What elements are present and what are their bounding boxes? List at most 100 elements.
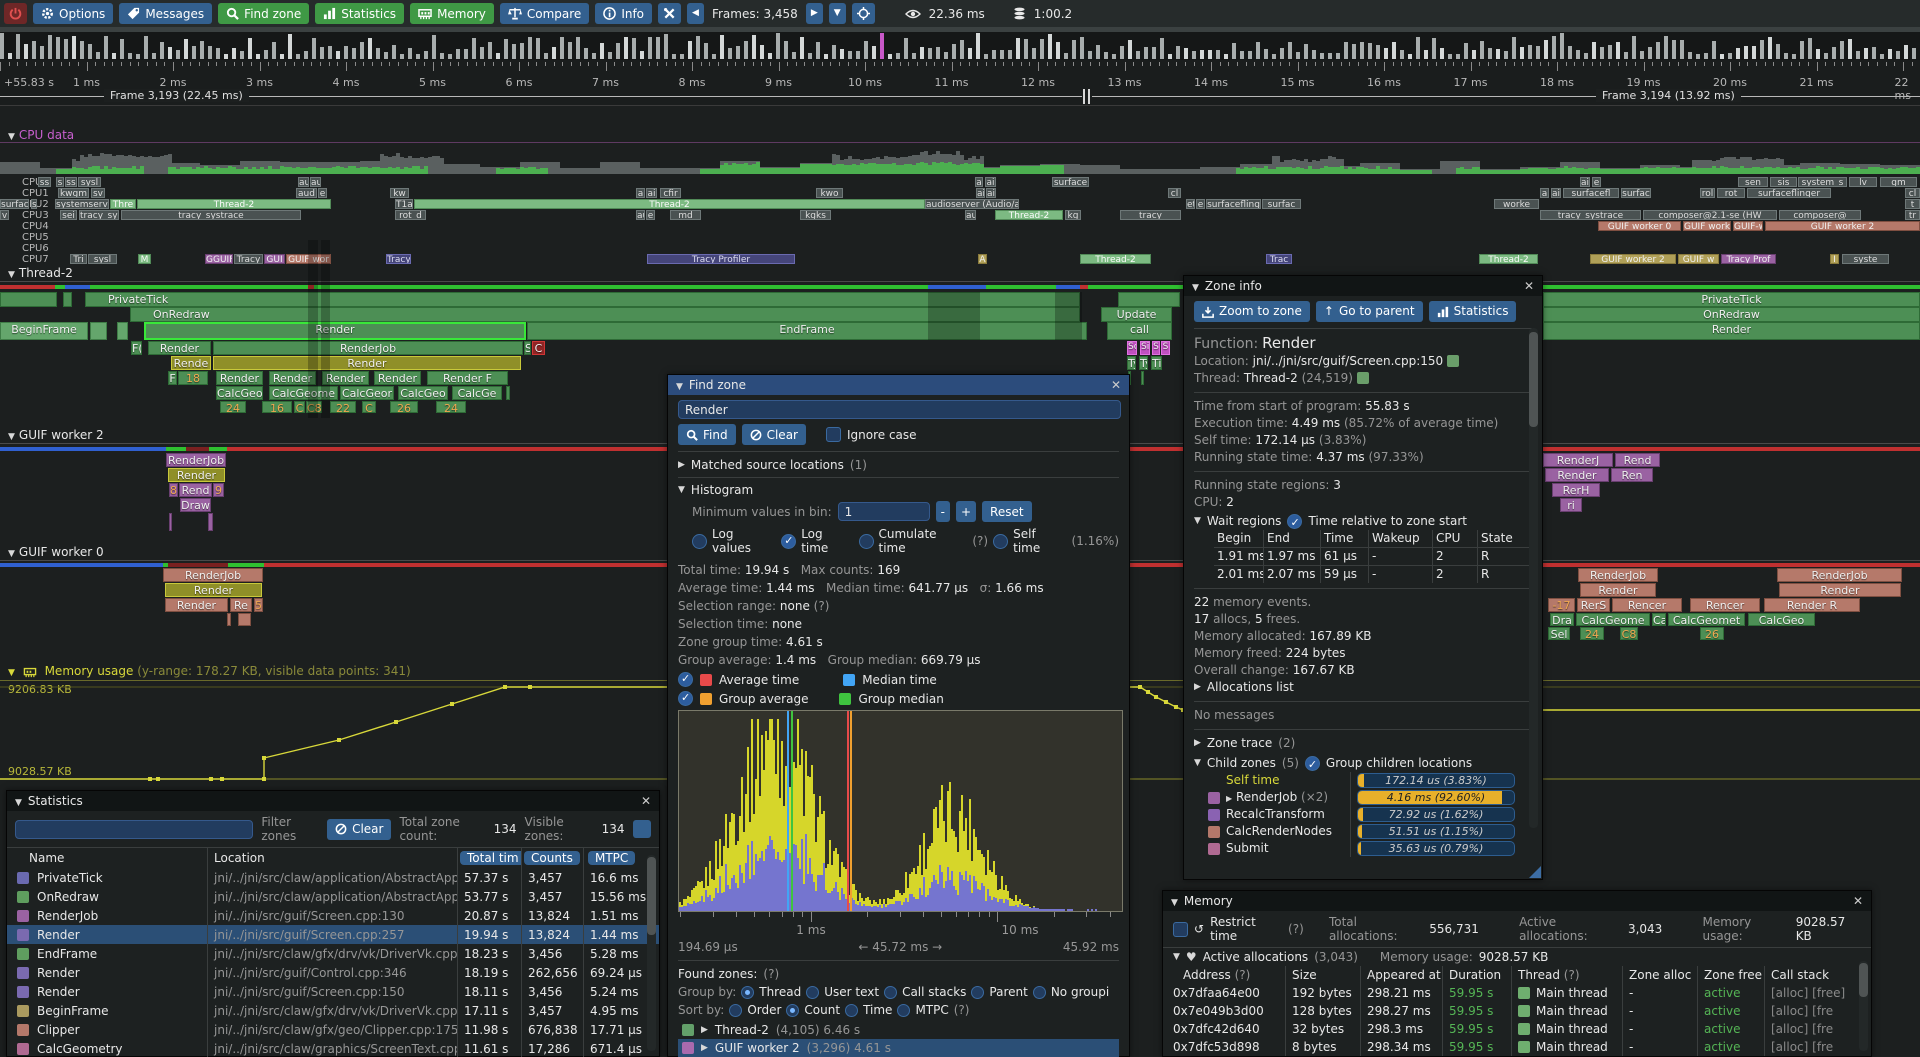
zone-S[interactable]: S xyxy=(1152,341,1160,355)
thread2-zone-row[interactable]: RendeRenderTyTyTi xyxy=(0,356,1920,370)
cpu-zone-M[interactable]: M xyxy=(138,254,151,264)
zone-9[interactable]: 9 xyxy=(213,483,224,497)
zone-Rende[interactable]: Rende xyxy=(171,356,211,370)
cpu-zone-surfac[interactable]: surfac xyxy=(1262,199,1301,209)
cpu-zone-Tracy[interactable]: Tracy xyxy=(386,254,411,264)
bin-decrease-button[interactable]: - xyxy=(936,501,950,522)
source-swatch[interactable] xyxy=(1447,355,1459,367)
cpu-zone-Tracy Profiler[interactable]: Tracy Profiler xyxy=(647,254,795,264)
table-row[interactable]: OnRedraw jni/../jni/src/claw/application… xyxy=(7,887,659,906)
radio-no-groupi[interactable] xyxy=(1033,986,1046,999)
cpu-zone-Thread-2[interactable]: Thread-2 xyxy=(137,199,331,209)
bin-increase-button[interactable]: + xyxy=(956,501,976,522)
cpu-zone-GUIF worker 0[interactable]: GUIF worker 0 xyxy=(1598,221,1681,231)
cpu-data-header[interactable]: ▼CPU data xyxy=(8,128,74,142)
zone-Re[interactable]: Re xyxy=(230,598,252,612)
active-allocations-header[interactable]: Active allocations xyxy=(1203,950,1309,964)
cpu-zone-ai[interactable]: ai xyxy=(646,188,657,198)
zone-Si[interactable]: Si xyxy=(1140,341,1150,355)
cpu-zone-ai[interactable]: ai xyxy=(986,188,996,198)
cpu-zone-cl[interactable]: cl xyxy=(1168,188,1181,198)
tools-button[interactable] xyxy=(658,3,681,24)
cpu-zone-v[interactable]: v xyxy=(0,210,9,220)
cpu-zone-Thre[interactable]: Thre xyxy=(110,199,136,209)
cpu-zone-GUIF worker 2[interactable]: GUIF worker 2 xyxy=(1590,254,1676,264)
focus-button[interactable] xyxy=(852,3,875,24)
table-row[interactable]: Render jni/../jni/src/guif/Screen.cpp:15… xyxy=(7,982,659,1001)
cpu-zone-a[interactable]: a xyxy=(975,177,983,187)
zone-Ty[interactable]: Ty xyxy=(1139,356,1148,370)
collapse-icon[interactable]: ▼ xyxy=(8,270,15,280)
cpu-zone-GUIF worker 2[interactable]: GUIF worker 2 xyxy=(1765,221,1920,231)
radio-parent[interactable] xyxy=(971,986,984,999)
zone-CalcGe[interactable]: CalcGe xyxy=(452,386,502,400)
cpu-zone-sv[interactable]: sv xyxy=(91,188,105,198)
zone-Render[interactable]: Render xyxy=(1580,583,1656,597)
table-row[interactable]: PrivateTick jni/../jni/src/claw/applicat… xyxy=(7,868,659,887)
cpu-zone-audioserver (Audio/a[interactable]: audioserver (Audio/a xyxy=(925,199,1019,209)
radio-call-stacks[interactable] xyxy=(884,986,897,999)
clear-filter-button[interactable]: Clear xyxy=(327,819,391,840)
statistics-scrollbar[interactable] xyxy=(647,855,656,1051)
zone-Rend[interactable]: Rend xyxy=(179,483,212,497)
options-button[interactable]: Options xyxy=(33,3,113,24)
zone-8[interactable]: 8 xyxy=(169,483,178,497)
group-average-checkbox[interactable] xyxy=(678,691,693,706)
cpu-zone-surface[interactable]: surface xyxy=(1052,177,1089,187)
col-zone-free[interactable]: Zone free xyxy=(1698,968,1764,982)
histogram-section-header[interactable]: ▼Histogram xyxy=(678,483,1119,497)
zone-26[interactable]: 26 xyxy=(1700,627,1724,640)
cpu-zone-ai[interactable]: ai xyxy=(985,177,996,187)
zone-CalcGeomet[interactable]: CalcGeomet xyxy=(1668,613,1745,626)
zone-ri[interactable]: ri xyxy=(1560,498,1582,512)
cpu-zone-rot[interactable]: rot xyxy=(1717,188,1745,198)
zone-Render R[interactable]: Render R xyxy=(1764,598,1860,612)
table-row[interactable]: 0x7dfc53d898 8 bytes 298.34 ms 59.95 s M… xyxy=(1163,1038,1871,1056)
cpu-zone-kwo[interactable]: kwo xyxy=(816,188,843,198)
cpu-zone-cl[interactable]: cl xyxy=(1905,188,1920,198)
child-zone-row[interactable]: ▶ RenderJob (×2) 4.16 ms (92.60%) xyxy=(1194,789,1532,806)
table-row[interactable]: 0x7dfc42d640 32 bytes 298.3 ms 59.95 s M… xyxy=(1163,1020,1871,1038)
filter-zones-input[interactable] xyxy=(15,820,253,839)
cpu-zone-e[interactable]: e xyxy=(318,188,327,198)
cpu-zone-surfacefl[interactable]: surfacefl xyxy=(1563,188,1619,198)
cpu-zone-au[interactable]: au xyxy=(636,210,645,220)
cpu-zone-T1a[interactable]: T1a xyxy=(395,199,413,209)
find-zone-button[interactable]: Find zone xyxy=(218,3,309,24)
radio-user-text[interactable] xyxy=(806,986,819,999)
zone-Render[interactable]: Render xyxy=(1779,583,1901,597)
collapse-icon[interactable]: ▼ xyxy=(8,432,15,442)
cpu-zone-composer@[interactable]: composer@ xyxy=(1779,210,1861,220)
cpu-zone-surfac[interactable]: surfac xyxy=(0,199,29,209)
zone-Render[interactable]: Render xyxy=(165,583,262,597)
zone-CalcGeo[interactable]: CalcGeo xyxy=(1748,613,1815,626)
cpu-zone-rot_d[interactable]: rot_d xyxy=(395,210,426,220)
cpu-zone-GUIF work[interactable]: GUIF work xyxy=(1683,221,1731,231)
cpu-zone-s[interactable]: s xyxy=(56,177,64,187)
matched-source-locations[interactable]: ▶Matched source locations(1) xyxy=(678,458,1119,472)
zone-24[interactable]: 24 xyxy=(436,401,466,413)
radio-time[interactable] xyxy=(845,1004,858,1017)
cpu-zone-GUIF-w[interactable]: GUIF-w xyxy=(1733,221,1763,231)
cpu-zone-au[interactable]: au xyxy=(310,177,321,187)
log-time-checkbox[interactable] xyxy=(781,534,796,549)
find-button[interactable]: Find xyxy=(678,424,736,445)
cpu-zone-Tracy Prof[interactable]: Tracy Prof xyxy=(1721,254,1776,264)
zone-statistics-button[interactable]: Statistics xyxy=(1429,301,1517,322)
zoom-to-zone-button[interactable]: Zoom to zone xyxy=(1194,301,1310,322)
zone-RenderJob[interactable]: RenderJob xyxy=(163,568,263,582)
reset-button[interactable]: Reset xyxy=(982,501,1032,522)
zone-Render[interactable]: Render xyxy=(1545,468,1609,482)
statistics-button[interactable]: Statistics xyxy=(315,3,404,24)
zone-F[interactable]: F xyxy=(168,371,177,385)
zone-Render[interactable]: Render xyxy=(216,371,263,385)
cpu-zone-ss[interactable]: ss xyxy=(38,177,51,187)
cpu-zone-row[interactable]: kwgmsvaudekwaaicfirkwoaiaiclaaisurfacefl… xyxy=(0,188,1920,198)
cpu-zone-Thread-2[interactable]: Thread-2 xyxy=(1080,254,1151,264)
memory-usage-header[interactable]: ▼ Memory usage (y-range: 178.27 KB, visi… xyxy=(8,664,411,678)
cpu-zone-e[interactable]: e xyxy=(1196,199,1205,209)
cpu-zone-sysl[interactable]: sysl xyxy=(88,254,117,264)
log-values-checkbox[interactable] xyxy=(692,534,707,549)
zone-call[interactable]: call xyxy=(1107,322,1172,340)
prev-frame-button[interactable]: ◀ xyxy=(687,3,704,24)
